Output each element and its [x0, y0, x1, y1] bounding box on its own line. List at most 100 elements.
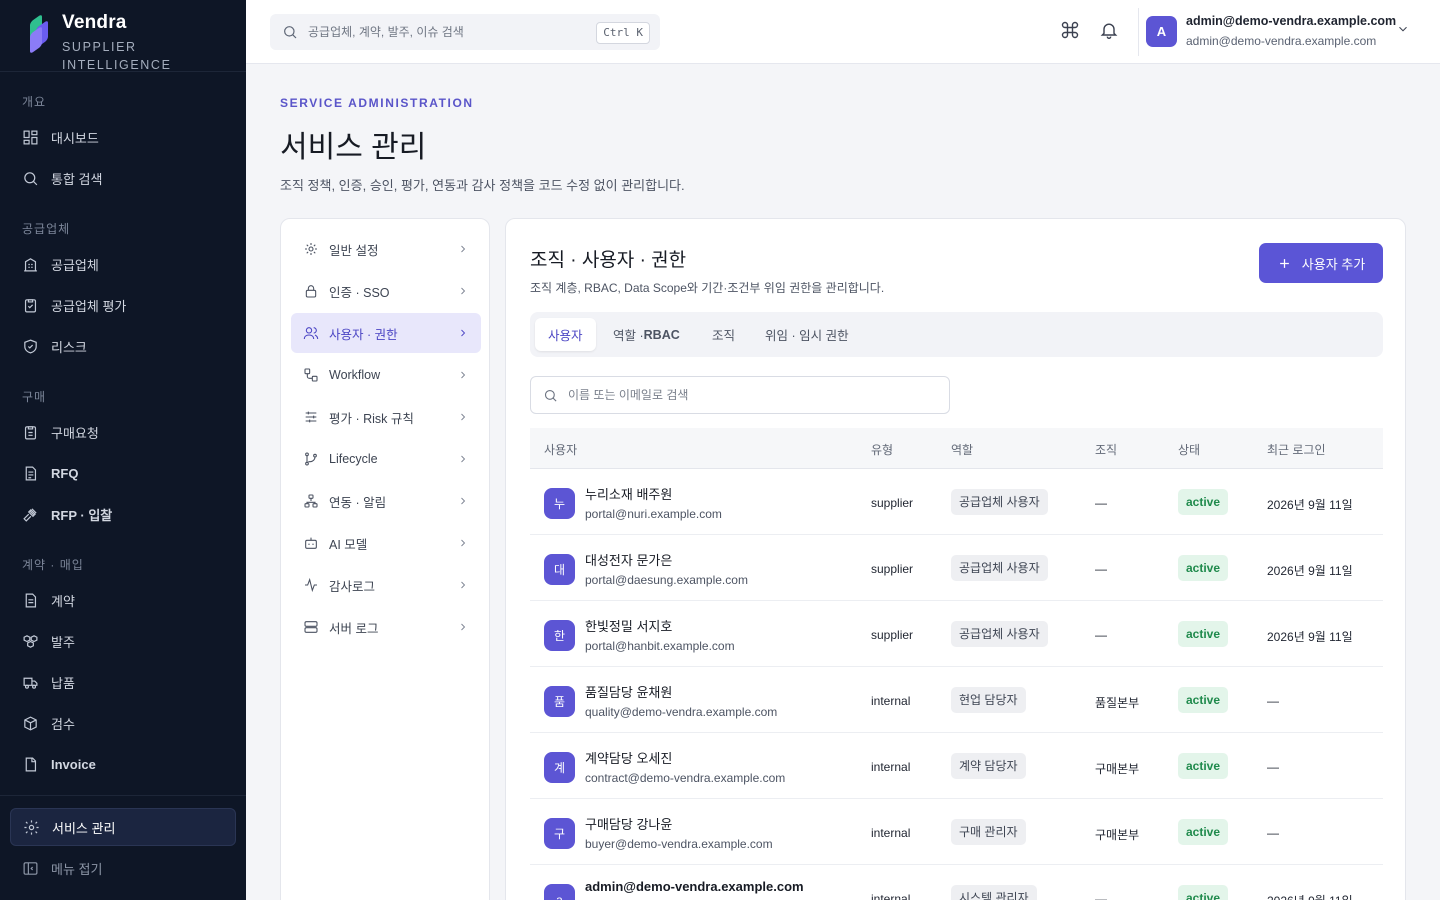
status-badge: active	[1178, 819, 1229, 845]
sidebar-item-order[interactable]: 발주	[10, 622, 236, 660]
settings-menu-ai-model[interactable]: AI 모델	[291, 523, 481, 563]
settings-menu-server-log[interactable]: 서버 로그	[291, 607, 481, 647]
user-menu-toggle[interactable]	[1396, 22, 1410, 41]
collapse-icon	[23, 861, 38, 875]
sidebar-item-label: 구매요청	[51, 425, 99, 441]
chevron-right-icon	[461, 287, 466, 295]
sidebar-item-delivery[interactable]: 납품	[10, 663, 236, 701]
sidebar-item-label: 납품	[51, 675, 75, 691]
tab-organization[interactable]: 조직	[699, 318, 748, 351]
page-title: 서비스 관리	[280, 131, 427, 164]
user-type: internal	[871, 892, 911, 900]
table-row[interactable]: 품 품질담당 윤채원 quality@demo-vendra.example.com…	[530, 667, 1383, 733]
global-search-input[interactable]	[308, 25, 588, 39]
sidebar-item-dashboard[interactable]: 대시보드	[10, 118, 236, 156]
user-org: 구매본부	[1095, 762, 1140, 776]
settings-menu-auth[interactable]: 인증 · SSO	[291, 271, 481, 311]
settings-menu-label: 일반 설정	[329, 243, 379, 258]
avatar: 구	[544, 818, 575, 849]
shield-icon	[24, 338, 37, 353]
sidebar: Vendra SUPPLIER INTELLIGENCE 개요 대시보드 통합 검…	[0, 0, 246, 900]
status-badge: active	[1178, 885, 1229, 900]
tab-delegation[interactable]: 위임 · 임시 권한	[752, 318, 862, 351]
settings-menu-lifecycle[interactable]: Lifecycle	[291, 439, 481, 479]
user-menu[interactable]: admin@demo-vendra.example.com admin@demo…	[1186, 14, 1396, 48]
table-header: 사용자 유형 역할 조직 상태 최근 로그인	[530, 428, 1383, 469]
command-button[interactable]	[1060, 20, 1082, 42]
avatar[interactable]: A	[1146, 16, 1177, 47]
sidebar-item-invoice[interactable]: Invoice	[10, 745, 236, 783]
sidebar-item-rfp[interactable]: RFP · 입찰	[10, 495, 236, 533]
user-email: portal@hanbit.example.com	[585, 639, 735, 653]
chevron-right-icon	[461, 371, 466, 379]
tab-label: 역할 ·	[613, 329, 644, 343]
tab-roles-rbac[interactable]: 역할 · RBAC	[600, 318, 693, 351]
sidebar-item-risk[interactable]: 리스크	[10, 327, 236, 365]
sidebar-item-label: 공급업체	[51, 257, 99, 273]
sidebar-item-inspection[interactable]: 검수	[10, 704, 236, 742]
table-row[interactable]: a admin@demo-vendra.example.com internal 시스…	[530, 865, 1383, 900]
role-badge: 공급업체 사용자	[951, 555, 1048, 581]
user-name: 한빛정밀 서지호	[585, 619, 673, 634]
column-header-last-login: 최근 로그인	[1267, 443, 1326, 457]
settings-menu-general[interactable]: 일반 설정	[291, 229, 481, 269]
chevron-right-icon	[461, 623, 466, 631]
avatar: 누	[544, 488, 575, 519]
search-icon	[284, 26, 297, 39]
settings-menu-workflow[interactable]: Workflow	[291, 355, 481, 395]
sidebar-item-search[interactable]: 통합 검색	[10, 159, 236, 197]
column-header-user: 사용자	[544, 443, 578, 457]
settings-menu-users[interactable]: 사용자 · 권한	[291, 313, 481, 353]
sidebar-item-service-admin[interactable]: 서비스 관리	[10, 808, 236, 846]
user-name: 계약담당 오세진	[585, 751, 673, 766]
sidebar-item-purchase-request[interactable]: 구매요청	[10, 413, 236, 451]
user-search[interactable]	[530, 376, 950, 414]
add-user-button[interactable]: 사용자 추가	[1259, 243, 1383, 283]
brand[interactable]: Vendra SUPPLIER INTELLIGENCE	[0, 0, 246, 72]
sidebar-item-label: 통합 검색	[51, 171, 103, 187]
user-search-input[interactable]	[568, 388, 928, 402]
status-badge: active	[1178, 555, 1229, 581]
plus-icon	[1279, 258, 1289, 268]
global-search[interactable]: Ctrl K	[270, 14, 660, 50]
user-org: —	[1095, 562, 1107, 576]
user-email: portal@daesung.example.com	[585, 573, 748, 587]
sidebar-item-supplier-evaluation[interactable]: 공급업체 평가	[10, 286, 236, 324]
chevron-right-icon	[461, 539, 466, 547]
boxes-icon	[23, 634, 38, 648]
role-badge: 구매 관리자	[951, 819, 1026, 845]
table-row[interactable]: 대 대성전자 문가은 portal@daesung.example.com suppl…	[530, 535, 1383, 601]
settings-menu-evaluation[interactable]: 평가 · Risk 규칙	[291, 397, 481, 437]
role-badge: 현업 담당자	[951, 687, 1026, 713]
sidebar-item-label: 대시보드	[51, 130, 99, 146]
nav-section-overview: 개요	[22, 95, 47, 109]
settings-menu: 일반 설정 인증 · SSO 사용자 · 권한 Workflow 평가 · Ri…	[280, 218, 490, 900]
sidebar-item-contract[interactable]: 계약	[10, 581, 236, 619]
table-row[interactable]: 구 구매담당 강나윤 buyer@demo-vendra.example.com in…	[530, 799, 1383, 865]
user-email: buyer@demo-vendra.example.com	[585, 837, 773, 851]
user-org: 품질본부	[1095, 696, 1140, 710]
table-row[interactable]: 계 계약담당 오세진 contract@demo-vendra.example.co…	[530, 733, 1383, 799]
column-header-role: 역할	[951, 443, 974, 457]
settings-menu-integration[interactable]: 연동 · 알림	[291, 481, 481, 521]
settings-menu-audit-log[interactable]: 감사로그	[291, 565, 481, 605]
sliders-icon	[305, 411, 317, 423]
role-badge: 공급업체 사용자	[951, 621, 1048, 647]
notifications-button[interactable]	[1099, 20, 1121, 42]
chevron-right-icon	[461, 581, 466, 589]
contract-icon	[25, 593, 37, 607]
chevron-right-icon	[461, 413, 466, 421]
last-login: 2026년 9월 11일	[1267, 630, 1353, 644]
avatar: 대	[544, 554, 575, 585]
tab-users[interactable]: 사용자	[535, 318, 596, 351]
sidebar-item-suppliers[interactable]: 공급업체	[10, 245, 236, 283]
user-name: 구매담당 강나윤	[585, 817, 673, 832]
sidebar-item-collapse[interactable]: 메뉴 접기	[10, 849, 236, 887]
section-description: 조직 계층, RBAC, Data Scope와 기간·조건부 위임 권한을 관…	[530, 281, 885, 295]
user-org: —	[1095, 496, 1107, 510]
sidebar-item-rfq[interactable]: RFQ	[10, 454, 236, 492]
last-login: —	[1267, 826, 1279, 840]
table-row[interactable]: 누 누리소재 배주원 portal@nuri.example.com supplier…	[530, 469, 1383, 535]
network-icon	[304, 494, 318, 508]
table-row[interactable]: 한 한빛정밀 서지호 portal@hanbit.example.com suppli…	[530, 601, 1383, 667]
